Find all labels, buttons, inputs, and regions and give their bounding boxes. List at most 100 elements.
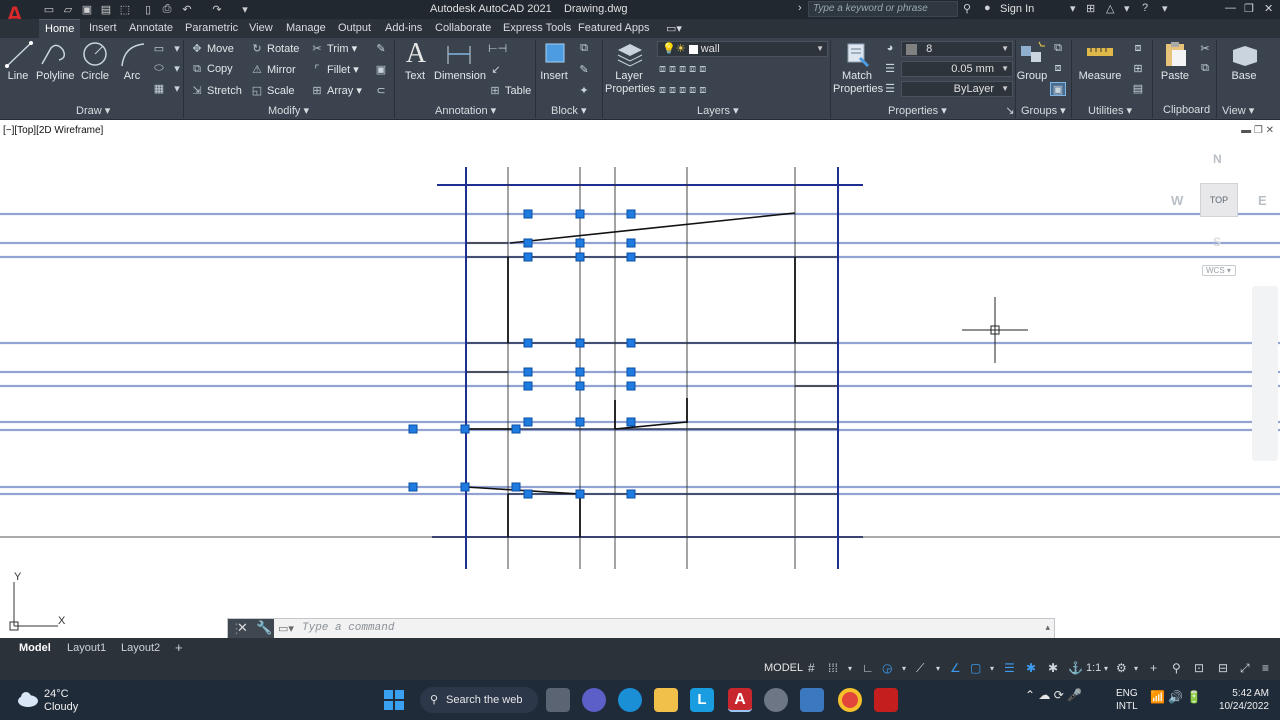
hatch-icon[interactable]: ▦ [151,82,167,96]
tab-layout2[interactable]: Layout2 [121,642,160,654]
qat-menu-icon[interactable]: ▾ [238,2,252,16]
wcs-menu[interactable]: WCS ▾ [1202,265,1236,276]
grip-handle[interactable] [575,338,585,348]
rotate-button[interactable]: ↻ Rotate [250,42,299,55]
grip-handle[interactable] [626,252,636,262]
windows-start-icon[interactable] [384,690,404,710]
customization-menu-icon[interactable]: ≡ [1262,661,1269,675]
rectangle-icon[interactable]: ▭ [151,42,167,56]
drawing-viewport[interactable]: [−][Top][2D Wireframe] ▬ ❐ ✕ N W E S TOP… [0,121,1280,638]
grip-handle[interactable] [626,489,636,499]
open-web-icon[interactable]: ▯ [141,2,155,16]
grip-handle[interactable] [523,417,533,427]
save-icon[interactable]: ▣ [80,2,94,16]
new-icon[interactable]: ▭ [42,2,56,16]
plot-icon[interactable]: ⎙ [160,2,174,16]
compass-south[interactable]: S [1213,235,1221,249]
explode-icon[interactable]: ▣ [373,63,389,77]
command-line[interactable]: ⋮ ✕ 🔧 ▭▾ Type a command ▴ [227,618,1055,640]
open-icon[interactable]: ▱ [61,2,75,16]
compass-west[interactable]: W [1171,193,1183,208]
panel-view[interactable]: View ▾ [1222,104,1254,117]
copy-clip-icon[interactable]: ⧉ [1197,62,1213,76]
taskbar-search[interactable]: ⚲ Search the web [420,687,538,713]
tab-insert[interactable]: Insert [89,22,117,34]
paste-button[interactable]: Paste [1158,40,1192,82]
isolate-icon[interactable]: ⚲ [1172,661,1181,675]
navigation-bar[interactable] [1252,286,1278,461]
add-icon[interactable]: + [1150,661,1157,675]
save-as-icon[interactable]: ▤ [99,2,113,16]
ellipse-icon[interactable]: ⬭ [151,62,167,76]
language-indicator[interactable]: ENG [1116,688,1138,699]
user-icon[interactable]: ● [984,2,991,14]
line-button[interactable]: Line [4,40,33,82]
weather-description[interactable]: Cloudy [44,701,78,713]
calculator-app-icon[interactable] [800,688,824,712]
linetype-dropdown[interactable]: ByLayer ▼ [901,81,1013,97]
object-snap-icon[interactable]: ▢ [970,661,981,675]
grip-handle[interactable] [408,424,418,434]
grip-handle[interactable] [523,252,533,262]
grip-handle[interactable] [523,338,533,348]
stretch-button[interactable]: ⇲ Stretch [190,84,241,97]
chrome-icon[interactable] [838,688,862,712]
grip-handle[interactable] [575,489,585,499]
tab-parametric[interactable]: Parametric [185,22,238,34]
leader-icon[interactable]: ↙ [488,63,504,77]
text-button[interactable]: A Text [401,40,429,83]
panel-annotation[interactable]: Annotation ▾ [435,104,496,117]
grip-handle[interactable] [511,424,521,434]
view-cube[interactable]: N W E S TOP WCS ▾ [1165,146,1275,276]
grip-handle[interactable] [523,489,533,499]
erase-icon[interactable]: ✎ [373,42,389,56]
undo-icon[interactable]: ↶ [180,2,194,16]
chevron-down-icon[interactable]: ▾ [1134,664,1138,673]
grip-handle[interactable] [523,209,533,219]
grip-handle[interactable] [626,238,636,248]
expand-history-icon[interactable]: ▴ [1045,622,1050,633]
grip-handle[interactable] [626,338,636,348]
lineweight-dropdown[interactable]: 0.05 mm ▼ [901,61,1013,77]
edge-icon[interactable] [618,688,642,712]
grip-handle[interactable] [626,209,636,219]
acrobat-icon[interactable] [874,688,898,712]
move-button[interactable]: ✥ Move [190,42,234,55]
panel-modify[interactable]: Modify ▾ [268,104,309,117]
attribute-icon[interactable]: ✦ [576,84,592,98]
view-cube-top[interactable]: TOP [1200,183,1238,217]
tab-manage[interactable]: Manage [286,22,326,34]
lync-icon[interactable]: L [690,688,714,712]
help-icon[interactable]: ? [1142,2,1148,14]
grip-handle[interactable] [460,424,470,434]
annotation-scale-value[interactable]: 1:1 [1086,662,1101,674]
system-tray[interactable]: ⌃ ☁ ⟳ 🎤 [1025,688,1082,702]
snap-icon[interactable]: ⁞⁞⁞ [828,661,838,675]
file-explorer-icon[interactable] [654,688,678,712]
chevron-down-icon[interactable]: ▾ [1124,2,1130,15]
panel-clipboard[interactable]: Clipboard [1163,104,1210,116]
keyboard-layout-indicator[interactable]: INTL [1116,701,1138,712]
grip-handle[interactable] [511,482,521,492]
chevron-down-icon[interactable]: ▾ [1070,2,1076,15]
chevron-down-icon[interactable]: ▾ [1104,664,1108,673]
base-button[interactable]: Base [1226,40,1262,82]
autocad-taskbar-icon[interactable]: A [728,688,752,712]
redo-icon[interactable]: ↷ [210,2,224,16]
grip-handle[interactable] [575,252,585,262]
grip-handle[interactable] [575,417,585,427]
create-block-icon[interactable]: ⧉ [576,42,592,56]
tab-express-tools[interactable]: Express Tools [503,22,571,34]
grid-icon[interactable]: # [808,661,815,675]
calculator-icon[interactable]: ⧈ [1130,42,1146,56]
layer-dropdown[interactable]: 💡☀ wall ▼ [657,41,828,57]
sign-in-button[interactable]: Sign In [1000,3,1034,15]
mirror-button[interactable]: ⚠ Mirror [250,63,296,76]
tab-featured-apps[interactable]: Featured Apps [578,22,650,34]
grip-handle[interactable] [626,381,636,391]
measure-button[interactable]: Measure [1078,40,1122,82]
grip-handle[interactable] [523,381,533,391]
panel-utilities[interactable]: Utilities ▾ [1088,104,1132,117]
close-command-icon[interactable]: ✕ [237,620,248,636]
search-input[interactable]: Type a keyword or phrase [808,1,958,17]
